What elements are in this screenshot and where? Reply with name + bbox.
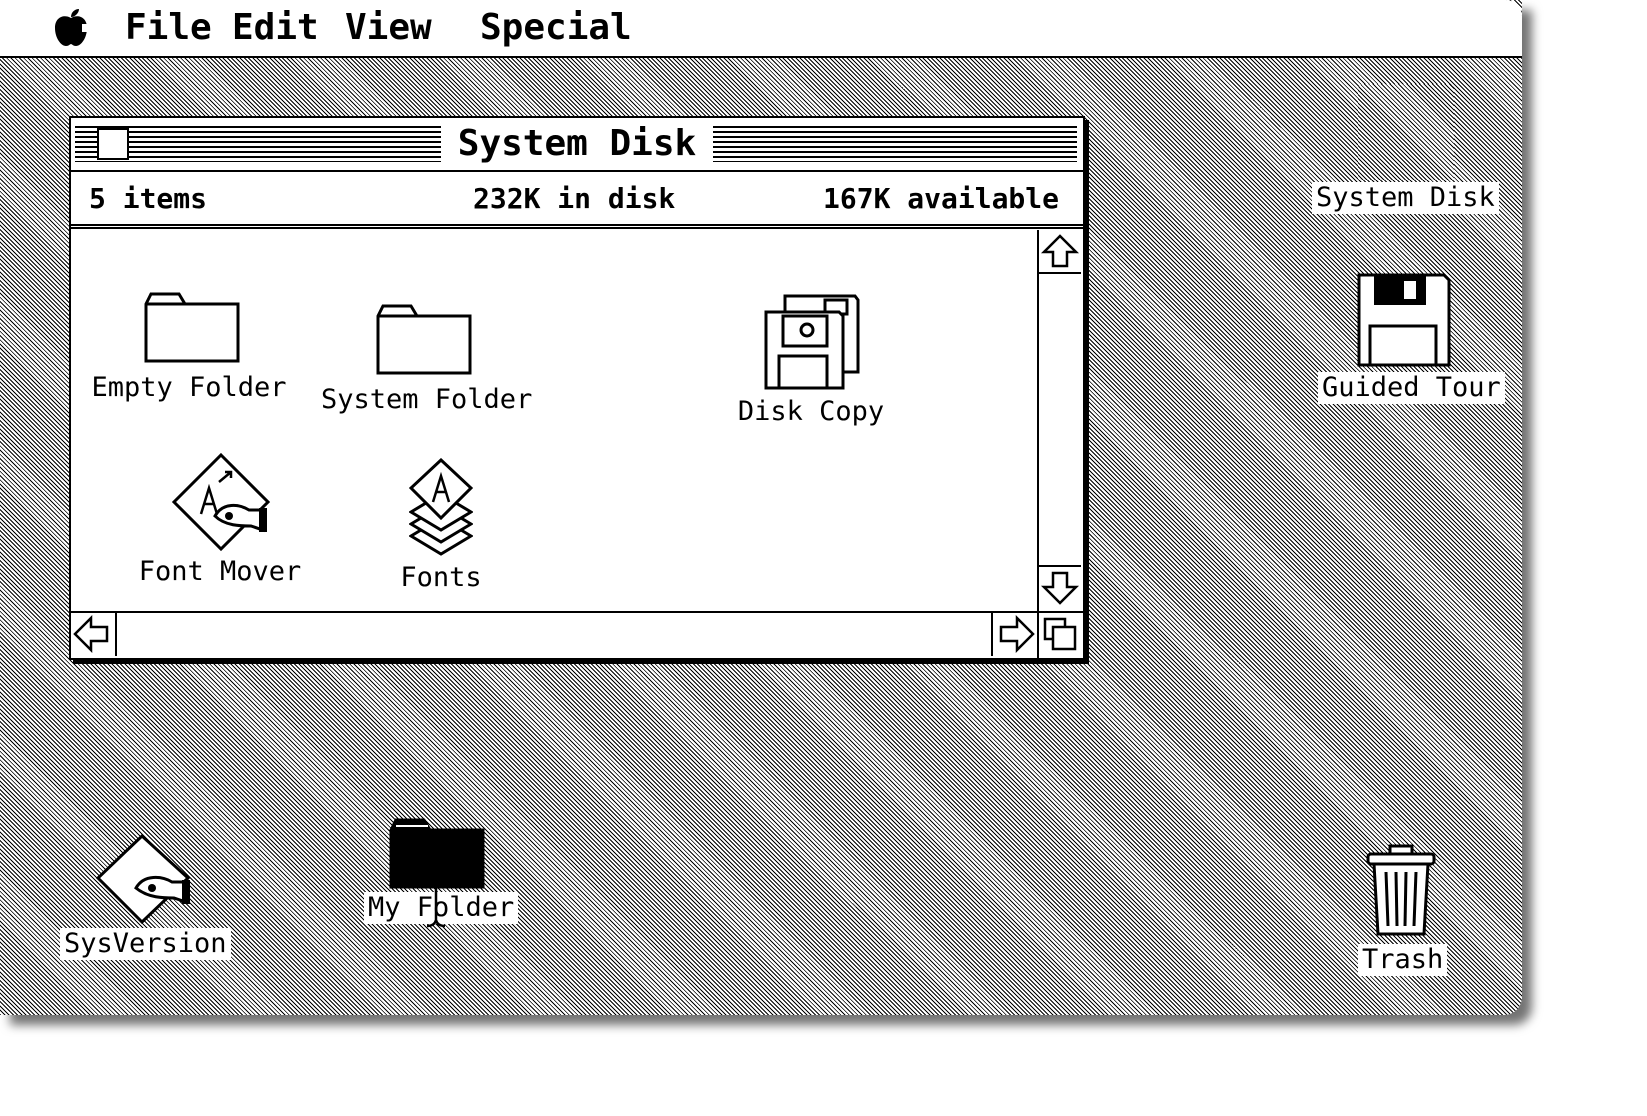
menu-bar: File Edit View Special [0,0,1522,58]
apple-icon[interactable] [52,8,90,48]
horizontal-scrollbar[interactable] [71,611,1037,658]
window-content: Empty Folder System Folder Disk Copy Fon… [71,230,1037,611]
font-mover-icon[interactable] [171,452,275,552]
sysversion-icon[interactable] [96,834,200,926]
item-count: 5 items [89,182,208,215]
disk-used: 232K in disk [473,182,676,215]
scroll-down-arrow-icon[interactable] [1039,565,1081,609]
system-disk-label[interactable]: System Disk [1312,182,1499,214]
system-folder-label[interactable]: System Folder [321,384,532,416]
scroll-right-arrow-icon[interactable] [991,613,1037,656]
empty-folder-label[interactable]: Empty Folder [89,372,289,404]
disk-available: 167K available [823,182,1060,215]
menu-special[interactable]: Special [480,6,632,50]
system-folder-icon[interactable] [375,302,473,376]
grow-box[interactable] [1037,611,1083,658]
menu-edit[interactable]: Edit [232,6,319,50]
sysversion-label[interactable]: SysVersion [60,928,231,960]
font-mover-label[interactable]: Font Mover [125,556,315,588]
menu-file[interactable]: File [125,6,212,50]
fonts-icon[interactable] [409,458,473,556]
guided-tour-label[interactable]: Guided Tour [1318,372,1505,404]
window-info-bar: 5 items 232K in disk 167K available [71,172,1083,229]
title-bar-stripes-right [713,126,1077,162]
trash-icon[interactable] [1364,842,1438,938]
window-title: System Disk [441,120,713,168]
disk-copy-label[interactable]: Disk Copy [711,396,911,428]
scroll-up-arrow-icon[interactable] [1039,230,1081,274]
system-disk-icon[interactable] [1358,84,1454,180]
menu-view[interactable]: View [345,6,432,50]
disk-copy-icon[interactable] [763,292,861,392]
title-bar-stripes-left [75,126,441,162]
empty-folder-icon[interactable] [143,290,241,364]
text-cursor-icon [426,874,446,928]
scroll-left-arrow-icon[interactable] [71,613,117,656]
desktop: File Edit View Special System Disk 5 ite… [0,0,1522,1015]
guided-tour-disk-icon[interactable] [1356,272,1452,368]
trash-label[interactable]: Trash [1358,944,1448,976]
vertical-scrollbar[interactable] [1037,230,1083,611]
fonts-label[interactable]: Fonts [361,562,521,594]
resize-icon [1043,617,1077,651]
finder-window-system-disk: System Disk 5 items 232K in disk 167K av… [69,116,1085,660]
window-title-bar[interactable]: System Disk [71,118,1083,172]
close-box[interactable] [97,128,129,160]
